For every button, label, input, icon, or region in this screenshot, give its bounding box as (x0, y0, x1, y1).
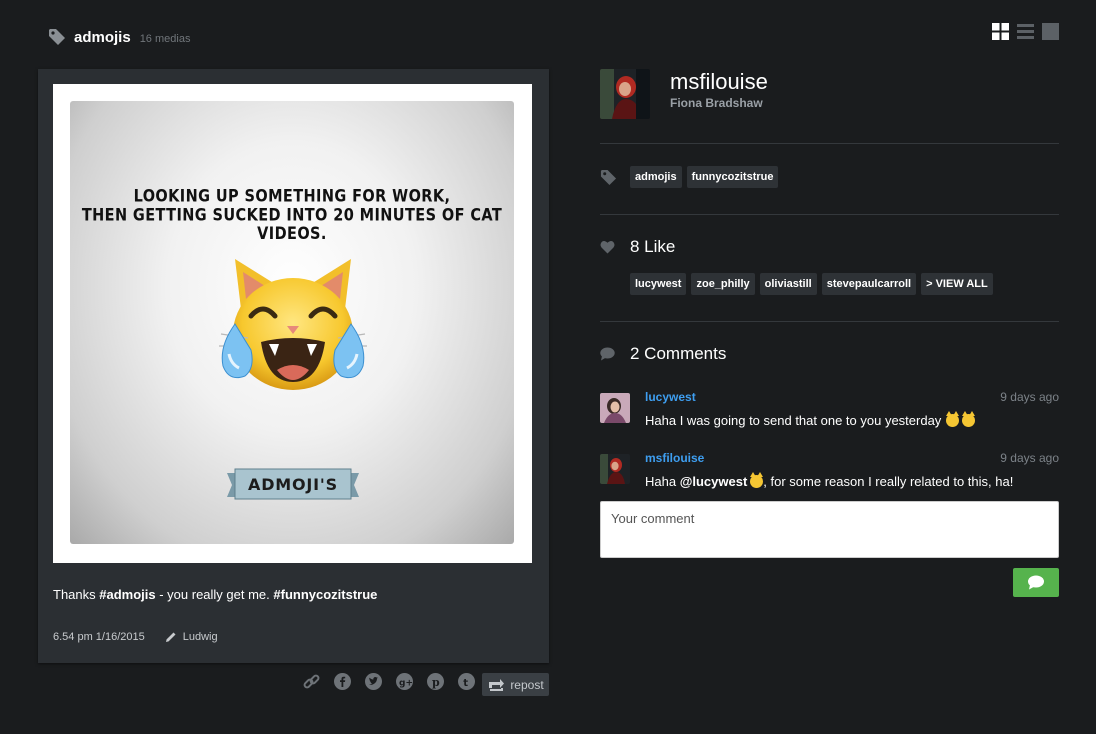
comment-body: Haha I was going to send that one to you… (645, 413, 942, 428)
caption-text-middle: - you really get me. (155, 587, 274, 602)
share-bar: g+ p t (303, 673, 475, 690)
post-author[interactable]: Ludwig (183, 631, 218, 643)
pencil-icon (165, 632, 176, 642)
speech-bubble-icon (1028, 575, 1044, 590)
cat-emoji-icon (750, 472, 764, 488)
liker-chip[interactable]: zoe_philly (691, 273, 755, 295)
likes-count: 8 Like (630, 237, 676, 256)
facebook-icon[interactable] (334, 673, 351, 690)
view-all-likes-button[interactable]: > VIEW ALL (921, 273, 993, 295)
comment-timestamp: 9 days ago (1000, 390, 1059, 404)
comments-heading: 2 Comments (600, 344, 726, 364)
divider (600, 214, 1059, 215)
comment-text: Haha I was going to send that one to you… (645, 411, 976, 428)
comment-text: Haha @lucywest , for some reason I reall… (645, 472, 1014, 489)
avatar[interactable] (600, 69, 650, 119)
google-plus-icon[interactable]: g+ (396, 673, 413, 690)
likes-heading: 8 Like (600, 237, 675, 257)
post-card: LOOKING UP SOMETHING FOR WORK, THEN GETT… (38, 69, 549, 663)
twitter-icon[interactable] (365, 673, 382, 690)
hashtag-link[interactable]: #admojis (99, 587, 155, 602)
avatar[interactable] (600, 454, 630, 484)
liker-chip[interactable]: lucywest (630, 273, 687, 295)
tag-chip[interactable]: funnycozitstrue (686, 166, 779, 188)
hashtag-link[interactable]: #funnycozitstrue (273, 587, 377, 602)
likers-list: lucywest zoe_philly oliviastill stevepau… (630, 273, 998, 295)
crying-laughing-cat-emoji (219, 259, 367, 390)
single-view-icon[interactable] (1042, 23, 1059, 40)
repost-button[interactable]: repost (482, 673, 549, 696)
owner-full-name: Fiona Bradshaw (670, 96, 763, 110)
tag-header: admojis 16 medias (48, 28, 190, 46)
liker-chip[interactable]: stevepaulcarroll (821, 273, 917, 295)
post-timestamp: 6.54 pm 1/16/2015 (53, 631, 145, 643)
comment-username[interactable]: lucywest (645, 390, 696, 404)
comment-body-suffix: , for some reason I really related to th… (763, 474, 1014, 489)
tumblr-icon[interactable]: t (458, 673, 475, 690)
avatar[interactable] (600, 393, 630, 423)
view-switcher (992, 23, 1059, 40)
owner-profile (600, 69, 650, 119)
speech-bubble-icon (600, 347, 615, 361)
comment-timestamp: 9 days ago (1000, 451, 1059, 465)
send-comment-button[interactable] (1013, 568, 1059, 597)
banner-text: ADMOJI'S (248, 475, 338, 494)
divider (600, 143, 1059, 144)
mention-link[interactable]: @lucywest (680, 474, 748, 489)
media-count: 16 medias (139, 32, 191, 45)
grid-view-icon[interactable] (992, 23, 1009, 40)
heart-icon (600, 241, 615, 254)
comment-username[interactable]: msfilouise (645, 451, 704, 465)
image-text-line-1: LOOKING UP SOMETHING FOR WORK, (133, 187, 451, 207)
comment-input[interactable] (600, 501, 1059, 558)
post-meta: 6.54 pm 1/16/2015 Ludwig (53, 631, 218, 643)
tag-title[interactable]: admojis (74, 29, 131, 46)
svg-text:g+: g+ (399, 679, 413, 689)
svg-text:p: p (432, 676, 440, 689)
tag-icon (600, 169, 617, 185)
tag-icon (49, 29, 65, 45)
cat-emoji-icon (946, 411, 960, 427)
cat-emoji-icon (962, 411, 976, 427)
liker-chip[interactable]: oliviastill (759, 273, 817, 295)
image-text-line-2: THEN GETTING SUCKED INTO 20 MINUTES OF C… (81, 206, 503, 244)
svg-text:t: t (463, 678, 468, 689)
repost-icon (489, 678, 505, 691)
post-image[interactable]: LOOKING UP SOMETHING FOR WORK, THEN GETT… (53, 84, 532, 563)
post-image-content: LOOKING UP SOMETHING FOR WORK, THEN GETT… (70, 101, 514, 544)
link-icon[interactable] (303, 673, 320, 690)
repost-label: repost (510, 677, 544, 692)
tag-list: admojis funnycozitstrue (600, 166, 783, 188)
list-view-icon[interactable] (1017, 23, 1034, 40)
pinterest-icon[interactable]: p (427, 673, 444, 690)
caption-text-prefix: Thanks (53, 587, 100, 602)
divider (600, 321, 1059, 322)
comments-count: 2 Comments (630, 344, 727, 363)
post-caption: Thanks #admojis - you really get me. #fu… (53, 587, 377, 602)
comment-body-prefix: Haha (645, 474, 680, 489)
owner-username[interactable]: msfilouise (670, 69, 768, 95)
tag-chip[interactable]: admojis (630, 166, 682, 188)
